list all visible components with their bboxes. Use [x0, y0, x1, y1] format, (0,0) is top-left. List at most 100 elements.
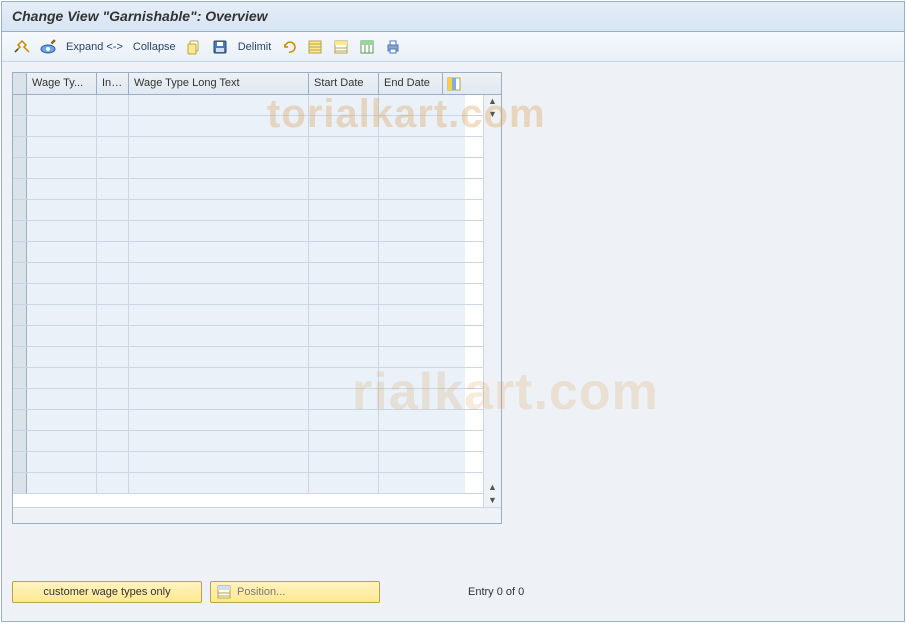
row-selector[interactable] [13, 137, 27, 157]
cell-end-date[interactable] [379, 326, 465, 346]
row-selector[interactable] [13, 368, 27, 388]
row-selector[interactable] [13, 200, 27, 220]
cell-long-text[interactable] [129, 326, 309, 346]
cell-inf[interactable] [97, 389, 129, 409]
cell-end-date[interactable] [379, 200, 465, 220]
cell-inf[interactable] [97, 431, 129, 451]
table-row[interactable] [13, 347, 483, 368]
column-config-icon[interactable] [443, 73, 465, 94]
cell-long-text[interactable] [129, 242, 309, 262]
cell-wage-type[interactable] [27, 431, 97, 451]
select-all-icon[interactable] [305, 37, 325, 57]
cell-start-date[interactable] [309, 263, 379, 283]
cell-wage-type[interactable] [27, 284, 97, 304]
print-icon[interactable] [383, 37, 403, 57]
cell-start-date[interactable] [309, 158, 379, 178]
col-long-text[interactable]: Wage Type Long Text [129, 73, 309, 94]
row-selector[interactable] [13, 263, 27, 283]
cell-long-text[interactable] [129, 221, 309, 241]
cell-long-text[interactable] [129, 95, 309, 115]
row-selector[interactable] [13, 116, 27, 136]
row-selector[interactable] [13, 326, 27, 346]
row-selector[interactable] [13, 284, 27, 304]
cell-long-text[interactable] [129, 368, 309, 388]
cell-start-date[interactable] [309, 368, 379, 388]
row-selector[interactable] [13, 410, 27, 430]
cell-start-date[interactable] [309, 242, 379, 262]
row-selector-header[interactable] [13, 73, 27, 94]
cell-inf[interactable] [97, 410, 129, 430]
col-start-date[interactable]: Start Date [309, 73, 379, 94]
cell-wage-type[interactable] [27, 368, 97, 388]
cell-inf[interactable] [97, 242, 129, 262]
copy-icon[interactable] [184, 37, 204, 57]
cell-long-text[interactable] [129, 137, 309, 157]
cell-wage-type[interactable] [27, 158, 97, 178]
cell-inf[interactable] [97, 284, 129, 304]
table-row[interactable] [13, 200, 483, 221]
position-button[interactable]: Position... [210, 581, 380, 603]
table-row[interactable] [13, 368, 483, 389]
cell-wage-type[interactable] [27, 410, 97, 430]
scroll-up-icon[interactable]: ▲ [488, 97, 497, 106]
row-selector[interactable] [13, 305, 27, 325]
table-row[interactable] [13, 137, 483, 158]
cell-long-text[interactable] [129, 473, 309, 493]
cell-long-text[interactable] [129, 305, 309, 325]
cell-inf[interactable] [97, 200, 129, 220]
cell-long-text[interactable] [129, 410, 309, 430]
horizontal-scrollbar[interactable] [13, 507, 501, 523]
cell-wage-type[interactable] [27, 200, 97, 220]
row-selector[interactable] [13, 221, 27, 241]
table-row[interactable] [13, 389, 483, 410]
cell-long-text[interactable] [129, 200, 309, 220]
table-row[interactable] [13, 95, 483, 116]
col-wage-type[interactable]: Wage Ty... [27, 73, 97, 94]
cell-long-text[interactable] [129, 431, 309, 451]
row-selector[interactable] [13, 473, 27, 493]
cell-inf[interactable] [97, 347, 129, 367]
row-selector[interactable] [13, 95, 27, 115]
collapse-button[interactable]: Collapse [131, 41, 178, 53]
cell-start-date[interactable] [309, 137, 379, 157]
row-selector[interactable] [13, 179, 27, 199]
cell-end-date[interactable] [379, 116, 465, 136]
cell-inf[interactable] [97, 116, 129, 136]
cell-inf[interactable] [97, 263, 129, 283]
customer-wage-types-button[interactable]: customer wage types only [12, 581, 202, 603]
cell-end-date[interactable] [379, 452, 465, 472]
col-end-date[interactable]: End Date [379, 73, 443, 94]
vertical-scrollbar[interactable]: ▲ ▼ ▲ ▼ [483, 95, 501, 507]
other-view-icon[interactable] [38, 37, 58, 57]
cell-start-date[interactable] [309, 410, 379, 430]
cell-long-text[interactable] [129, 116, 309, 136]
cell-wage-type[interactable] [27, 221, 97, 241]
cell-start-date[interactable] [309, 200, 379, 220]
cell-end-date[interactable] [379, 242, 465, 262]
table-settings-icon[interactable] [357, 37, 377, 57]
cell-start-date[interactable] [309, 473, 379, 493]
table-row[interactable] [13, 326, 483, 347]
col-inf[interactable]: Inf... [97, 73, 129, 94]
cell-inf[interactable] [97, 179, 129, 199]
scroll-step-up-icon[interactable]: ▲ [488, 483, 497, 492]
cell-start-date[interactable] [309, 284, 379, 304]
row-selector[interactable] [13, 158, 27, 178]
cell-wage-type[interactable] [27, 452, 97, 472]
cell-start-date[interactable] [309, 95, 379, 115]
cell-end-date[interactable] [379, 368, 465, 388]
cell-end-date[interactable] [379, 284, 465, 304]
cell-end-date[interactable] [379, 305, 465, 325]
cell-start-date[interactable] [309, 221, 379, 241]
cell-end-date[interactable] [379, 389, 465, 409]
cell-start-date[interactable] [309, 452, 379, 472]
cell-long-text[interactable] [129, 284, 309, 304]
table-row[interactable] [13, 242, 483, 263]
cell-wage-type[interactable] [27, 263, 97, 283]
table-row[interactable] [13, 158, 483, 179]
table-row[interactable] [13, 410, 483, 431]
cell-start-date[interactable] [309, 431, 379, 451]
cell-wage-type[interactable] [27, 473, 97, 493]
cell-wage-type[interactable] [27, 305, 97, 325]
cell-wage-type[interactable] [27, 389, 97, 409]
